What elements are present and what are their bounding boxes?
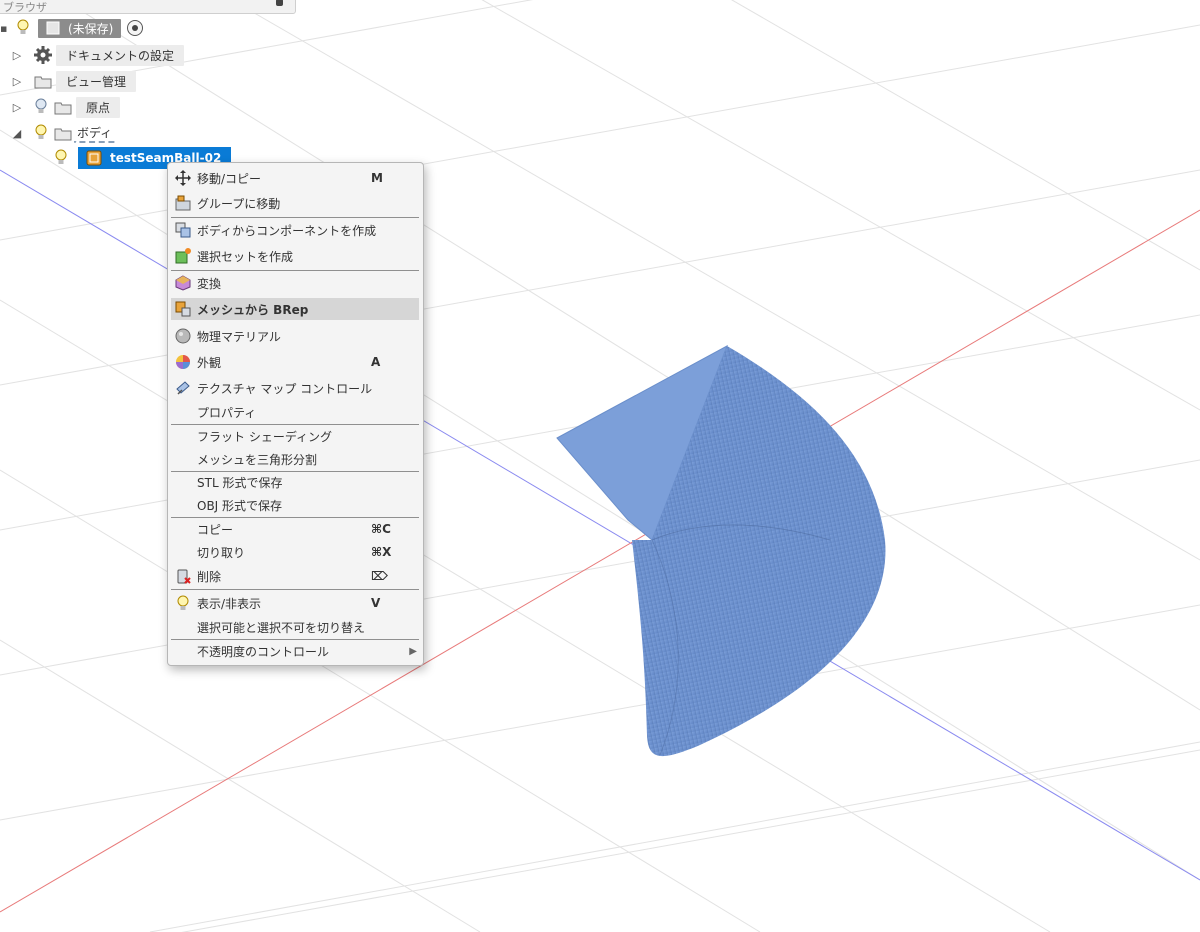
menu-item-copy[interactable]: コピー ⌘C (171, 518, 419, 540)
menu-item-flat-shading[interactable]: フラット シェーディング (171, 425, 419, 447)
tree-item-view-management[interactable]: ▷ ビュー管理 (12, 70, 137, 92)
menu-item-delete[interactable]: 削除 ⌦ (171, 565, 419, 587)
submenu-arrow-icon: ▶ (409, 645, 417, 657)
menu-item-physical-material[interactable]: 物理マテリアル (171, 325, 419, 347)
menu-item-create-selection-set[interactable]: 選択セットを作成 (171, 245, 419, 267)
menu-item-texture-map[interactable]: テクスチャ マップ コントロール (171, 377, 419, 399)
lightbulb-icon[interactable] (34, 98, 50, 116)
lightbulb-icon (175, 595, 191, 611)
tree-root-row[interactable]: ▪ (未保存) (0, 17, 144, 39)
pin-icon[interactable] (276, 0, 283, 6)
menu-item-create-component[interactable]: ボディからコンポーネントを作成 (171, 219, 419, 241)
tree-item-document-settings[interactable]: ▷ ドキュメントの設定 (12, 44, 185, 66)
mesh-body[interactable] (556, 344, 886, 757)
tree-item-label: ボディ (74, 124, 116, 143)
menu-item-save-obj[interactable]: OBJ 形式で保存 (171, 494, 419, 516)
expand-icon[interactable]: ▷ (12, 101, 22, 114)
menu-separator (171, 217, 419, 218)
selection-set-icon (175, 248, 191, 264)
delete-icon (175, 568, 191, 584)
lightbulb-icon[interactable] (16, 19, 32, 37)
browser-panel: ブラウザ ▪ (未保存) ▷ ドキュメントの設定 ▷ ビュー管理 ▷ 原点 ◢ … (0, 0, 460, 175)
tree-item-bodies[interactable]: ◢ ボディ (12, 122, 116, 144)
collapse-icon[interactable]: ◢ (12, 127, 22, 140)
menu-item-cut[interactable]: 切り取り ⌘X (171, 541, 419, 563)
expand-icon[interactable]: ▷ (12, 75, 22, 88)
tree-item-label: ドキュメントの設定 (56, 44, 185, 66)
collapse-icon[interactable]: ▪ (0, 22, 7, 35)
convert-icon (175, 275, 191, 291)
context-menu: 移動/コピー M グループに移動 ボディからコンポーネントを作成 選択セットを作… (167, 162, 424, 666)
expand-icon[interactable]: ▷ (12, 49, 22, 62)
lightbulb-icon[interactable] (34, 124, 50, 142)
menu-item-triangulate-mesh[interactable]: メッシュを三角形分割 (171, 448, 419, 470)
tree-item-label: 原点 (76, 96, 121, 118)
folder-icon (54, 100, 72, 115)
menu-item-opacity-control[interactable]: 不透明度のコントロール ▶ (171, 640, 419, 662)
physical-material-icon (175, 328, 191, 344)
component-icon (46, 21, 60, 35)
move-to-group-icon (175, 195, 191, 211)
menu-item-appearance[interactable]: 外観 A (171, 351, 419, 373)
folder-icon (34, 74, 52, 89)
folder-icon (54, 126, 72, 141)
appearance-icon (175, 354, 191, 370)
menu-item-convert[interactable]: 変換 (171, 272, 419, 294)
gear-icon (34, 46, 52, 64)
mesh-body-icon (86, 150, 102, 166)
lightbulb-icon[interactable] (54, 149, 70, 167)
menu-separator (171, 270, 419, 271)
create-component-icon (175, 222, 191, 238)
menu-item-save-stl[interactable]: STL 形式で保存 (171, 471, 419, 493)
root-label: (未保存) (68, 21, 114, 36)
browser-header: ブラウザ (0, 0, 296, 14)
activate-radio-icon[interactable] (127, 20, 144, 36)
menu-item-mesh-to-brep[interactable]: メッシュから BRep (171, 298, 419, 320)
menu-item-move-to-group[interactable]: グループに移動 (171, 192, 419, 214)
texture-map-icon (175, 380, 191, 396)
tree-item-label: ビュー管理 (56, 70, 137, 92)
menu-separator (171, 589, 419, 590)
root-component[interactable]: (未保存) (38, 18, 122, 38)
menu-item-toggle-selectable[interactable]: 選択可能と選択不可を切り替え (171, 616, 419, 638)
browser-title: ブラウザ (3, 1, 47, 14)
menu-item-properties[interactable]: プロパティ (171, 401, 419, 423)
tree-item-origin[interactable]: ▷ 原点 (12, 96, 121, 118)
move-icon (175, 170, 191, 186)
mesh-to-brep-icon (175, 301, 191, 317)
menu-item-show-hide[interactable]: 表示/非表示 V (171, 592, 419, 614)
menu-item-move-copy[interactable]: 移動/コピー M (171, 167, 419, 189)
